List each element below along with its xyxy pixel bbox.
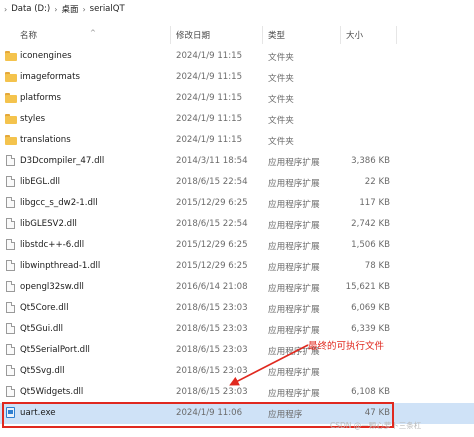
annotation-arrow <box>229 344 309 386</box>
annotation-label: 最终的可执行文件 <box>308 341 385 352</box>
watermark: CSDN @一颗心萝卜三条杠 <box>330 421 422 430</box>
